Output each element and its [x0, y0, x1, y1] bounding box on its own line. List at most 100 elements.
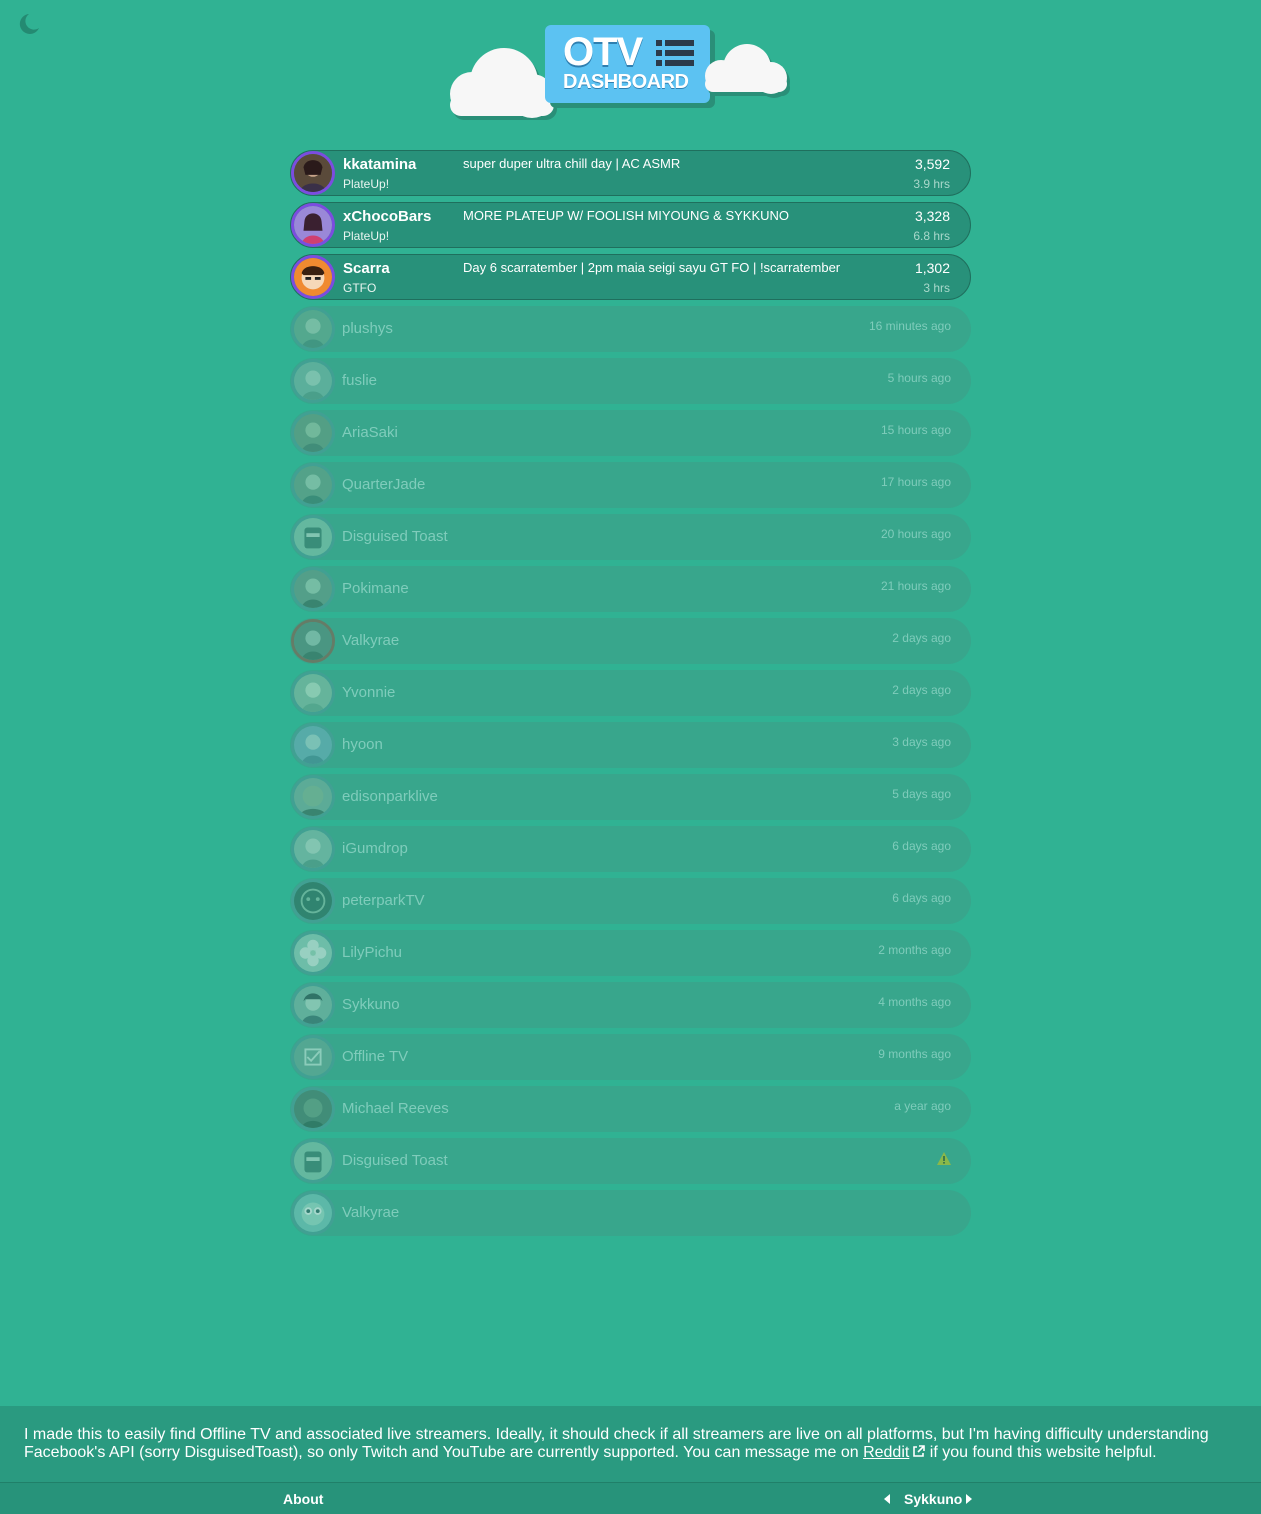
logo-badge: OTV DASHBOARD — [545, 25, 710, 103]
offline-streamer-row[interactable]: Offline TV 9 months ago — [290, 1034, 971, 1080]
last-live-time: 6 days ago — [892, 839, 951, 853]
last-live-time: 2 days ago — [892, 631, 951, 645]
last-live-time: 2 months ago — [878, 943, 951, 957]
viewer-count: 3,592 — [914, 156, 950, 172]
stream-game: GTFO — [343, 281, 377, 295]
last-live-time: 2 days ago — [892, 683, 951, 697]
logo-dashboard-text: DASHBOARD — [563, 71, 689, 93]
warning-icon — [937, 1152, 951, 1170]
live-streamer-row[interactable]: kkatamina PlateUp! super duper ultra chi… — [290, 150, 971, 196]
streamer-avatar — [291, 515, 335, 559]
about-link[interactable]: About — [283, 1491, 323, 1507]
streamer-name: iGumdrop — [342, 840, 408, 857]
live-streamer-row[interactable]: xChocoBars PlateUp! MORE PLATEUP W/ FOOL… — [290, 202, 971, 248]
offline-streamer-row[interactable]: fuslie 5 hours ago — [290, 358, 971, 404]
streamer-avatar — [291, 827, 335, 871]
last-live-time: 3 days ago — [892, 735, 951, 749]
streamer-name: kkatamina — [343, 156, 417, 173]
offline-streamer-row[interactable]: Valkyrae 2 days ago — [290, 618, 971, 664]
offline-streamer-row[interactable]: LilyPichu 2 months ago — [290, 930, 971, 976]
streamer-avatar — [291, 1191, 335, 1235]
list-icon — [656, 40, 694, 66]
bottom-bar: About Sykkuno — [0, 1482, 1261, 1514]
streamer-list: kkatamina PlateUp! super duper ultra chi… — [290, 150, 971, 1242]
streamer-avatar — [291, 879, 335, 923]
last-live-time: 5 days ago — [892, 787, 951, 801]
streamer-avatar — [291, 255, 335, 299]
last-live-time: 5 hours ago — [887, 371, 951, 385]
streamer-name: Disguised Toast — [342, 1152, 448, 1169]
streamer-avatar — [291, 307, 335, 351]
last-live-time: 17 hours ago — [880, 475, 951, 489]
stream-game: PlateUp! — [343, 229, 390, 243]
offline-streamer-row[interactable]: hyoon 3 days ago — [290, 722, 971, 768]
logo-otv-text: OTV — [563, 30, 643, 74]
offline-streamer-row[interactable]: iGumdrop 6 days ago — [290, 826, 971, 872]
streamer-avatar — [291, 359, 335, 403]
offline-streamer-row[interactable]: QuarterJade 17 hours ago — [290, 462, 971, 508]
streamer-name: xChocoBars — [343, 208, 432, 225]
reddit-link[interactable]: Reddit — [863, 1444, 909, 1461]
streamer-avatar — [291, 203, 335, 247]
streamer-avatar — [291, 619, 335, 663]
offline-streamer-row[interactable]: edisonparklive 5 days ago — [290, 774, 971, 820]
streamer-name: hyoon — [342, 736, 383, 753]
streamer-avatar — [291, 723, 335, 767]
last-live-time: 20 hours ago — [880, 527, 951, 541]
live-streamer-row[interactable]: Scarra GTFO Day 6 scarratember | 2pm mai… — [290, 254, 971, 300]
offline-streamer-row[interactable]: plushys 16 minutes ago — [290, 306, 971, 352]
offline-streamer-row[interactable]: Pokimane 21 hours ago — [290, 566, 971, 612]
stream-title: MORE PLATEUP W/ FOOLISH MIYOUNG & SYKKUN… — [463, 208, 790, 223]
stream-title: Day 6 scarratember | 2pm maia seigi sayu… — [463, 260, 841, 275]
streamer-name: AriaSaki — [342, 424, 398, 441]
streamer-name: fuslie — [342, 372, 378, 389]
current-streamer-label: Sykkuno — [904, 1491, 963, 1507]
footer-note: I made this to easily find Offline TV an… — [0, 1406, 1261, 1482]
last-live-time: 6 days ago — [892, 891, 951, 905]
streamer-name: Scarra — [343, 260, 390, 277]
offline-streamer-row[interactable]: Disguised Toast — [290, 1138, 971, 1184]
offline-streamer-row[interactable]: Disguised Toast 20 hours ago — [290, 514, 971, 560]
streamer-name: Offline TV — [342, 1048, 409, 1065]
streamer-avatar — [291, 671, 335, 715]
streamer-avatar — [291, 775, 335, 819]
offline-streamer-row[interactable]: AriaSaki 15 hours ago — [290, 410, 971, 456]
streamer-name: QuarterJade — [342, 476, 426, 493]
site-logo[interactable]: OTV DASHBOARD — [446, 22, 796, 122]
streamer-avatar — [291, 1035, 335, 1079]
last-live-time: 4 months ago — [878, 995, 951, 1009]
offline-streamer-row[interactable]: Sykkuno 4 months ago — [290, 982, 971, 1028]
streamer-name: Michael Reeves — [342, 1100, 449, 1117]
viewer-count: 3,328 — [914, 208, 950, 224]
offline-streamer-row[interactable]: Valkyrae — [290, 1190, 971, 1236]
last-live-time: 9 months ago — [878, 1047, 951, 1061]
streamer-avatar — [291, 931, 335, 975]
offline-streamer-row[interactable]: Yvonnie 2 days ago — [290, 670, 971, 716]
offline-streamer-row[interactable]: peterparkTV 6 days ago — [290, 878, 971, 924]
streamer-name: edisonparklive — [342, 788, 438, 805]
streamer-name: plushys — [342, 320, 393, 337]
caret-right-icon[interactable] — [966, 1494, 972, 1504]
last-live-time: 16 minutes ago — [868, 319, 951, 333]
streamer-name: Valkyrae — [342, 1204, 400, 1221]
streamer-name: Yvonnie — [342, 684, 396, 701]
dark-mode-moon-icon[interactable] — [16, 11, 42, 37]
stream-game: PlateUp! — [343, 177, 390, 191]
streamer-avatar — [291, 151, 335, 195]
streamer-avatar — [291, 411, 335, 455]
caret-left-icon[interactable] — [884, 1494, 890, 1504]
streamer-name: Disguised Toast — [342, 528, 448, 545]
last-live-time: a year ago — [894, 1099, 951, 1113]
footer-note-text-end: if you found this website helpful. — [925, 1444, 1157, 1461]
last-live-time: 21 hours ago — [880, 579, 951, 593]
streamer-avatar — [291, 983, 335, 1027]
viewer-count: 1,302 — [914, 260, 950, 276]
cloud-right-icon — [705, 44, 790, 98]
streamer-name: LilyPichu — [342, 944, 403, 961]
streamer-avatar — [291, 1087, 335, 1131]
offline-streamer-row[interactable]: Michael Reeves a year ago — [290, 1086, 971, 1132]
stream-uptime: 6.8 hrs — [913, 229, 950, 243]
stream-uptime: 3.9 hrs — [913, 177, 950, 191]
stream-uptime: 3 hrs — [923, 281, 950, 295]
last-live-time: 15 hours ago — [880, 423, 951, 437]
